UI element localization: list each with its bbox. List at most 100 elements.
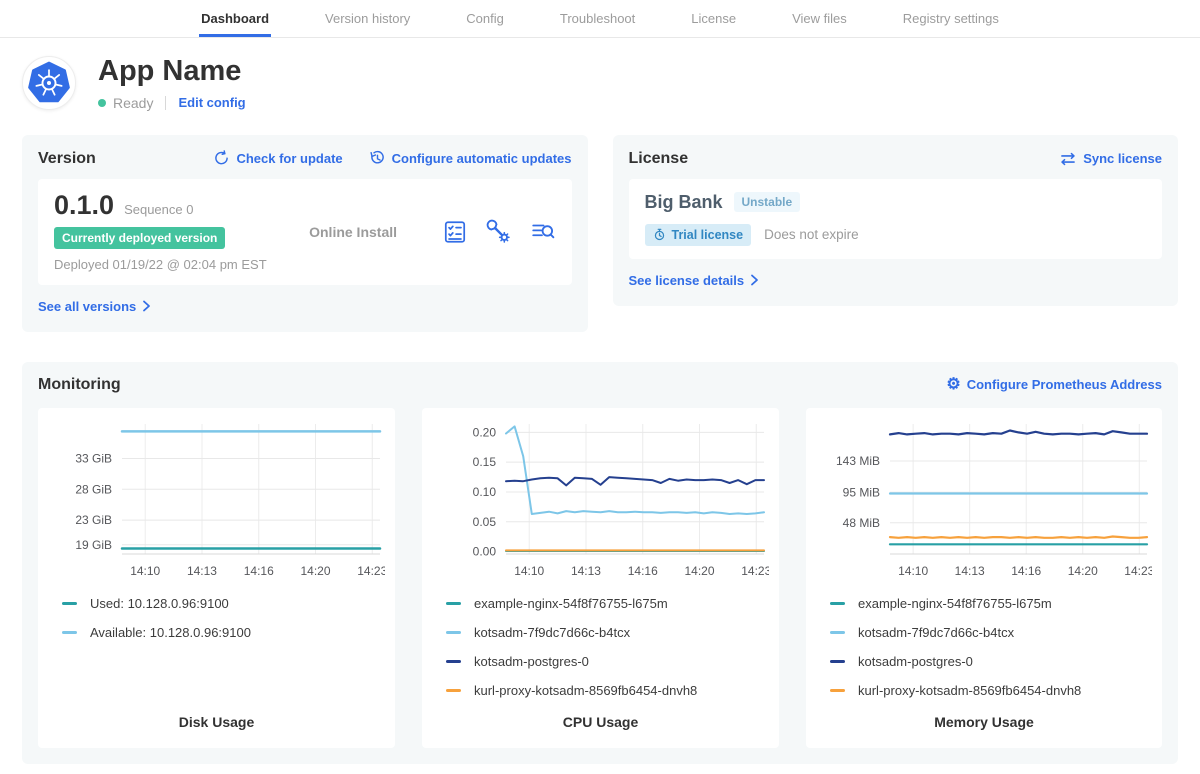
legend-label: Available: 10.128.0.96:9100 — [90, 625, 251, 640]
legend-label: kotsadm-postgres-0 — [474, 654, 589, 669]
svg-text:0.10: 0.10 — [473, 485, 497, 499]
cpu-usage-title: CPU Usage — [432, 714, 769, 730]
kubernetes-logo-icon — [26, 60, 72, 106]
legend-label: example-nginx-54f8f76755-l675m — [858, 596, 1052, 611]
gear-icon: ⚙ — [946, 377, 960, 393]
legend-color-dash — [446, 631, 461, 634]
legend-item: kotsadm-postgres-0 — [816, 654, 1152, 669]
chart-svg: 14:1014:1314:1614:2014:2319 GiB23 GiB28 … — [48, 416, 385, 584]
version-card-title: Version — [38, 150, 96, 168]
version-info: 0.1.0 Sequence 0 Currently deployed vers… — [54, 192, 265, 272]
version-number: 0.1.0 — [54, 192, 114, 219]
legend-item: example-nginx-54f8f76755-l675m — [432, 596, 769, 611]
sync-arrows-icon — [1059, 150, 1077, 168]
top-nav: Dashboard Version history Config Trouble… — [0, 0, 1200, 38]
svg-text:14:20: 14:20 — [684, 564, 714, 578]
configure-automatic-updates-button[interactable]: Configure automatic updates — [369, 150, 572, 167]
svg-text:14:20: 14:20 — [1068, 564, 1098, 578]
install-type-label: Online Install — [265, 224, 442, 240]
ready-status-dot — [98, 99, 106, 107]
legend-label: Used: 10.128.0.96:9100 — [90, 596, 229, 611]
see-all-versions-row: See all versions — [38, 298, 572, 316]
app-logo-badge — [22, 56, 76, 110]
license-card-header: License Sync license — [629, 150, 1163, 168]
tab-version-history[interactable]: Version history — [323, 0, 412, 37]
app-status-row: Ready Edit config — [98, 95, 246, 111]
legend-label: example-nginx-54f8f76755-l675m — [474, 596, 668, 611]
tab-troubleshoot[interactable]: Troubleshoot — [558, 0, 637, 37]
svg-text:14:23: 14:23 — [357, 564, 385, 578]
legend-color-dash — [830, 631, 845, 634]
legend-item: Available: 10.128.0.96:9100 — [48, 625, 385, 640]
chevron-right-icon — [750, 274, 759, 286]
version-sequence: Sequence 0 — [124, 202, 193, 217]
svg-text:19 GiB: 19 GiB — [75, 538, 112, 552]
legend-label: kotsadm-postgres-0 — [858, 654, 973, 669]
configure-prometheus-label: Configure Prometheus Address — [967, 377, 1162, 392]
cpu-usage-chart-card: 14:1014:1314:1614:2014:230.000.050.100.1… — [422, 408, 779, 748]
legend-item: Used: 10.128.0.96:9100 — [48, 596, 385, 611]
configure-automatic-updates-label: Configure automatic updates — [392, 151, 572, 166]
legend-color-dash — [446, 689, 461, 692]
configure-prometheus-button[interactable]: ⚙ Configure Prometheus Address — [946, 377, 1162, 393]
monitoring-section: Monitoring ⚙ Configure Prometheus Addres… — [22, 362, 1178, 764]
deployed-timestamp: Deployed 01/19/22 @ 02:04 pm EST — [54, 257, 265, 272]
license-card-title: License — [629, 150, 689, 168]
license-panel: Big Bank Unstable Trial license Does not… — [629, 179, 1163, 259]
memory-usage-chart-card: 14:1014:1314:1614:2014:2348 MiB95 MiB143… — [806, 408, 1162, 748]
cpu-usage-legend: example-nginx-54f8f76755-l675mkotsadm-7f… — [432, 596, 769, 698]
edit-config-link[interactable]: Edit config — [178, 95, 245, 110]
license-expiration: Does not expire — [764, 227, 859, 242]
sync-license-button[interactable]: Sync license — [1059, 150, 1162, 168]
legend-color-dash — [446, 660, 461, 663]
charts-row: 14:1014:1314:1614:2014:2319 GiB23 GiB28 … — [38, 408, 1162, 748]
tab-registry-settings[interactable]: Registry settings — [901, 0, 1001, 37]
svg-text:23 GiB: 23 GiB — [75, 513, 112, 527]
version-card: Version Check for update — [22, 135, 588, 332]
legend-item: example-nginx-54f8f76755-l675m — [816, 596, 1152, 611]
legend-label: kurl-proxy-kotsadm-8569fb6454-dnvh8 — [474, 683, 697, 698]
legend-color-dash — [830, 689, 845, 692]
svg-text:14:10: 14:10 — [130, 564, 160, 578]
svg-text:14:16: 14:16 — [628, 564, 658, 578]
svg-text:14:23: 14:23 — [741, 564, 769, 578]
svg-text:14:16: 14:16 — [244, 564, 274, 578]
svg-text:14:10: 14:10 — [514, 564, 544, 578]
disk-usage-legend: Used: 10.128.0.96:9100 Available: 10.128.… — [48, 596, 385, 640]
see-all-versions-label: See all versions — [38, 299, 136, 314]
svg-text:14:10: 14:10 — [898, 564, 928, 578]
see-license-details-link[interactable]: See license details — [629, 273, 760, 288]
preflight-checks-button[interactable] — [442, 219, 468, 245]
legend-color-dash — [446, 602, 461, 605]
view-logs-button[interactable] — [530, 219, 556, 245]
svg-text:14:13: 14:13 — [955, 564, 985, 578]
legend-color-dash — [830, 602, 845, 605]
divider — [165, 96, 166, 110]
disk-usage-title: Disk Usage — [48, 714, 385, 730]
svg-text:0.15: 0.15 — [473, 455, 497, 469]
tab-view-files[interactable]: View files — [790, 0, 849, 37]
legend-label: kotsadm-7f9dc7d66c-b4tcx — [858, 625, 1014, 640]
cpu-usage-plot: 14:1014:1314:1614:2014:230.000.050.100.1… — [432, 416, 769, 584]
see-all-versions-link[interactable]: See all versions — [38, 299, 151, 314]
check-for-update-button[interactable]: Check for update — [213, 150, 342, 167]
svg-text:48 MiB: 48 MiB — [843, 516, 880, 530]
chevron-right-icon — [142, 300, 151, 312]
tab-config[interactable]: Config — [464, 0, 506, 37]
monitoring-title: Monitoring — [38, 376, 121, 394]
svg-text:14:23: 14:23 — [1124, 564, 1152, 578]
deployed-version-badge: Currently deployed version — [54, 227, 225, 249]
svg-text:0.05: 0.05 — [473, 515, 497, 529]
legend-color-dash — [62, 631, 77, 634]
tab-license[interactable]: License — [689, 0, 738, 37]
edit-config-icon-button[interactable] — [486, 219, 512, 245]
svg-text:14:13: 14:13 — [187, 564, 217, 578]
tab-dashboard[interactable]: Dashboard — [199, 0, 271, 37]
legend-item: kurl-proxy-kotsadm-8569fb6454-dnvh8 — [432, 683, 769, 698]
page-content: App Name Ready Edit config Version — [0, 38, 1200, 774]
chart-svg: 14:1014:1314:1614:2014:230.000.050.100.1… — [432, 416, 769, 584]
app-title-wrap: App Name Ready Edit config — [98, 56, 246, 111]
svg-text:0.20: 0.20 — [473, 425, 497, 439]
svg-text:143 MiB: 143 MiB — [836, 454, 880, 468]
stopwatch-icon — [653, 228, 666, 241]
